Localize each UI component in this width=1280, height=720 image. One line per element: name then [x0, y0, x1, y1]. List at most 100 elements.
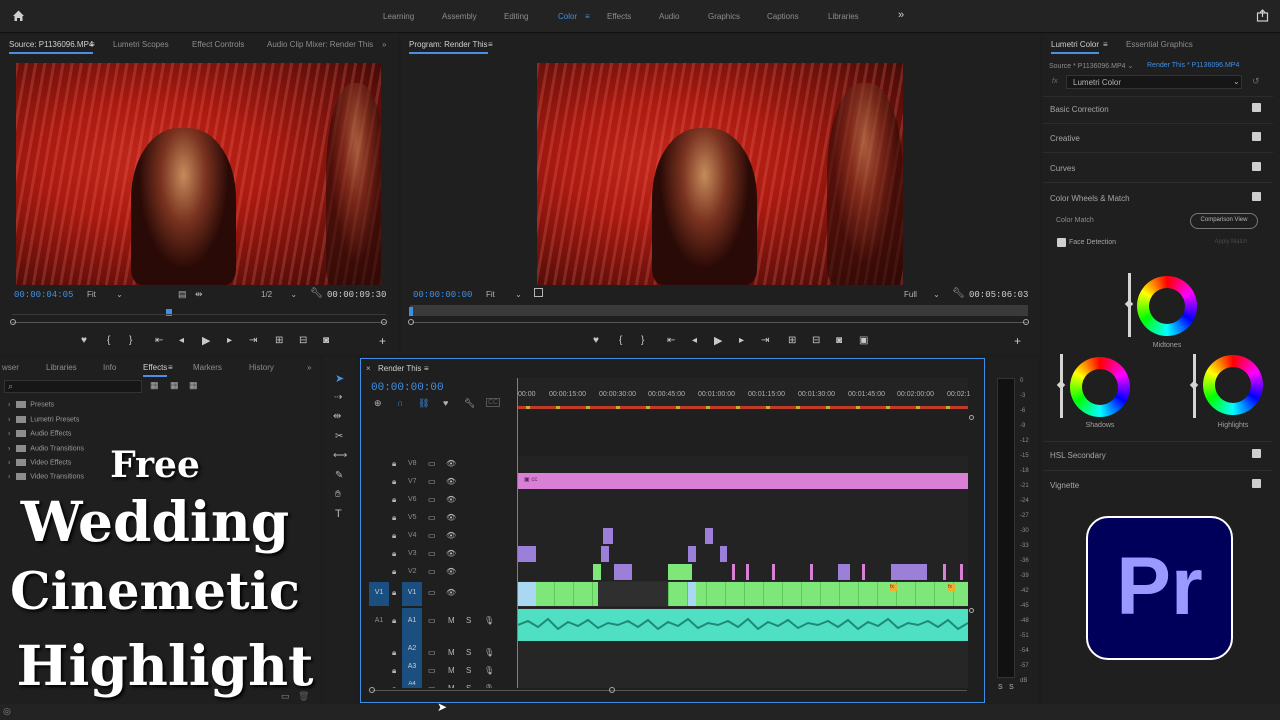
play-icon[interactable]: ▶ — [714, 334, 722, 347]
more-tabs-icon[interactable]: » — [382, 40, 386, 49]
effects-folder-audio-effects[interactable]: › Audio Effects — [8, 430, 71, 437]
program-scroll-end[interactable] — [1023, 319, 1029, 325]
sync-lock-icon[interactable]: ▭ — [428, 588, 436, 597]
section-hsl-secondary[interactable]: HSL Secondary — [1050, 451, 1106, 460]
mute-button[interactable]: M — [448, 684, 455, 688]
lock-icon[interactable]: 🔒︎ — [392, 513, 396, 523]
timeline-zoom-start[interactable] — [369, 687, 375, 693]
program-playhead[interactable] — [409, 307, 413, 316]
solo-button[interactable]: S — [466, 616, 471, 625]
lock-icon[interactable]: 🔒︎ — [392, 531, 396, 541]
captions-icon[interactable]: CC — [486, 398, 501, 407]
sync-lock-icon[interactable]: ▭ — [428, 477, 436, 486]
step-back-icon[interactable]: ◂ — [179, 335, 184, 346]
source-fit-dropdown[interactable]: Fit ⌄ — [87, 290, 123, 299]
lumetri-effect-select[interactable]: Lumetri Color ⌄ — [1066, 75, 1242, 89]
hand-tool-icon[interactable]: ✋︎ — [335, 489, 341, 500]
tab-history[interactable]: History — [249, 363, 274, 372]
selection-tool-icon[interactable]: ➤ — [335, 372, 344, 385]
video-track-header[interactable]: 🔒︎ V6 ▭ 👁︎ — [362, 492, 517, 509]
workspace-libraries[interactable]: Libraries — [828, 12, 859, 21]
lock-icon[interactable]: 🔒︎ — [392, 616, 396, 626]
source-scrub-bar[interactable] — [12, 322, 386, 323]
video-track-header[interactable]: 🔒︎ V2 ▭ 👁︎ — [362, 564, 517, 581]
go-to-in-icon[interactable]: ⇤ — [155, 335, 163, 346]
sync-lock-icon[interactable]: ▭ — [428, 616, 436, 625]
workspace-effects[interactable]: Effects — [607, 12, 631, 21]
solo-button[interactable]: S — [466, 666, 471, 675]
overwrite-icon[interactable]: ⊟ — [299, 335, 307, 346]
effects-folder-lumetri-presets[interactable]: › Lumetri Presets — [8, 416, 79, 423]
track-target-v1[interactable]: V1 — [402, 582, 422, 606]
extract-icon[interactable]: ⊟ — [812, 335, 820, 346]
timeline-clip[interactable] — [601, 546, 609, 562]
timeline-clip[interactable] — [862, 564, 865, 580]
more-tabs-icon[interactable]: » — [307, 363, 311, 372]
mute-button[interactable]: M — [448, 648, 455, 657]
timeline-clip[interactable] — [772, 564, 775, 580]
eye-icon[interactable]: 👁︎ — [446, 513, 456, 522]
32bit-effects-icon[interactable]: ▦ — [170, 380, 179, 391]
timeline-clip[interactable] — [593, 564, 601, 580]
microphone-icon[interactable]: 🎙︎ — [484, 684, 494, 688]
lumetri-menu-icon[interactable]: ≡ — [1103, 40, 1108, 49]
lift-icon[interactable]: ⊞ — [788, 335, 796, 346]
microphone-icon[interactable]: 🎙︎ — [484, 648, 494, 657]
reset-icon[interactable]: ↺ — [1252, 76, 1260, 87]
timeline-clip[interactable] — [810, 564, 813, 580]
eye-icon[interactable]: 👁︎ — [446, 459, 456, 468]
section-vignette[interactable]: Vignette — [1050, 481, 1079, 490]
source-timecode[interactable]: 00:00:04:05 — [14, 290, 73, 300]
lock-icon[interactable]: 🔒︎ — [392, 459, 396, 469]
sync-lock-icon[interactable]: ▭ — [428, 531, 436, 540]
source-scroll-end[interactable] — [381, 319, 387, 325]
lock-icon[interactable]: 🔒︎ — [392, 666, 396, 676]
go-to-in-icon[interactable]: ⇤ — [667, 335, 675, 346]
go-to-out-icon[interactable]: ⇥ — [761, 335, 769, 346]
audio-track-header[interactable]: 🔒︎ ▭ M S 🎙︎ — [362, 681, 517, 688]
track-select-tool-icon[interactable]: ⇢ — [334, 392, 342, 403]
sync-lock-icon[interactable]: ▭ — [428, 549, 436, 558]
play-icon[interactable]: ▶ — [202, 334, 210, 347]
safe-margins-icon[interactable] — [534, 288, 543, 297]
eye-icon[interactable]: 👁︎ — [446, 588, 456, 597]
source-patch-v1[interactable]: V1 — [369, 582, 389, 606]
type-tool-icon[interactable]: T — [335, 508, 342, 520]
timeline-clip[interactable] — [614, 564, 632, 580]
yuv-effects-icon[interactable]: ▦ — [189, 380, 198, 391]
timeline-timecode[interactable]: 00:00:00:00 — [371, 382, 444, 394]
solo-button[interactable]: S — [466, 684, 471, 688]
source-video-frame[interactable] — [16, 63, 381, 285]
eye-icon[interactable]: 👁︎ — [446, 549, 456, 558]
eye-icon[interactable]: 👁︎ — [446, 567, 456, 576]
workspace-menu-icon[interactable]: ≡ — [585, 12, 590, 21]
track-target-a2[interactable]: A2 — [402, 645, 422, 657]
track-target-a4[interactable]: A4 — [402, 681, 422, 688]
basic-correction-checkbox[interactable] — [1252, 103, 1261, 112]
v1-selected-clip[interactable] — [688, 582, 696, 606]
program-fit-dropdown[interactable]: Fit ⌄ — [486, 290, 522, 299]
color-wheels-checkbox[interactable] — [1252, 192, 1261, 201]
apply-match-button[interactable]: Apply Match — [1204, 236, 1258, 250]
microphone-icon[interactable]: 🎙︎ — [484, 616, 494, 625]
home-icon[interactable] — [12, 9, 25, 24]
lock-icon[interactable]: 🔒︎ — [392, 684, 396, 688]
v1-selected-clip[interactable] — [518, 582, 536, 606]
timeline-clip[interactable] — [720, 546, 727, 562]
source-scroll-start[interactable] — [10, 319, 16, 325]
close-icon[interactable]: × — [366, 364, 371, 373]
workspace-captions[interactable]: Captions — [767, 12, 799, 21]
sync-lock-icon[interactable]: ▭ — [428, 648, 436, 657]
timeline-clip[interactable] — [668, 564, 692, 580]
eye-icon[interactable]: 👁︎ — [446, 495, 456, 504]
lock-icon[interactable]: 🔒︎ — [392, 648, 396, 658]
tab-lumetri-color[interactable]: Lumetri Color — [1051, 40, 1100, 54]
sequence-menu-icon[interactable]: ≡ — [424, 364, 429, 373]
program-menu-icon[interactable]: ≡ — [488, 40, 493, 49]
audio-track-header[interactable]: 🔒︎ ▭ M S 🎙︎ — [362, 645, 517, 659]
tab-sequence[interactable]: Render This — [378, 364, 421, 373]
mark-out-icon[interactable]: } — [129, 335, 132, 346]
timeline-clip[interactable] — [746, 564, 749, 580]
slip-tool-icon[interactable]: ⟷ — [333, 450, 347, 461]
track-target-a3[interactable]: A3 — [402, 663, 422, 675]
